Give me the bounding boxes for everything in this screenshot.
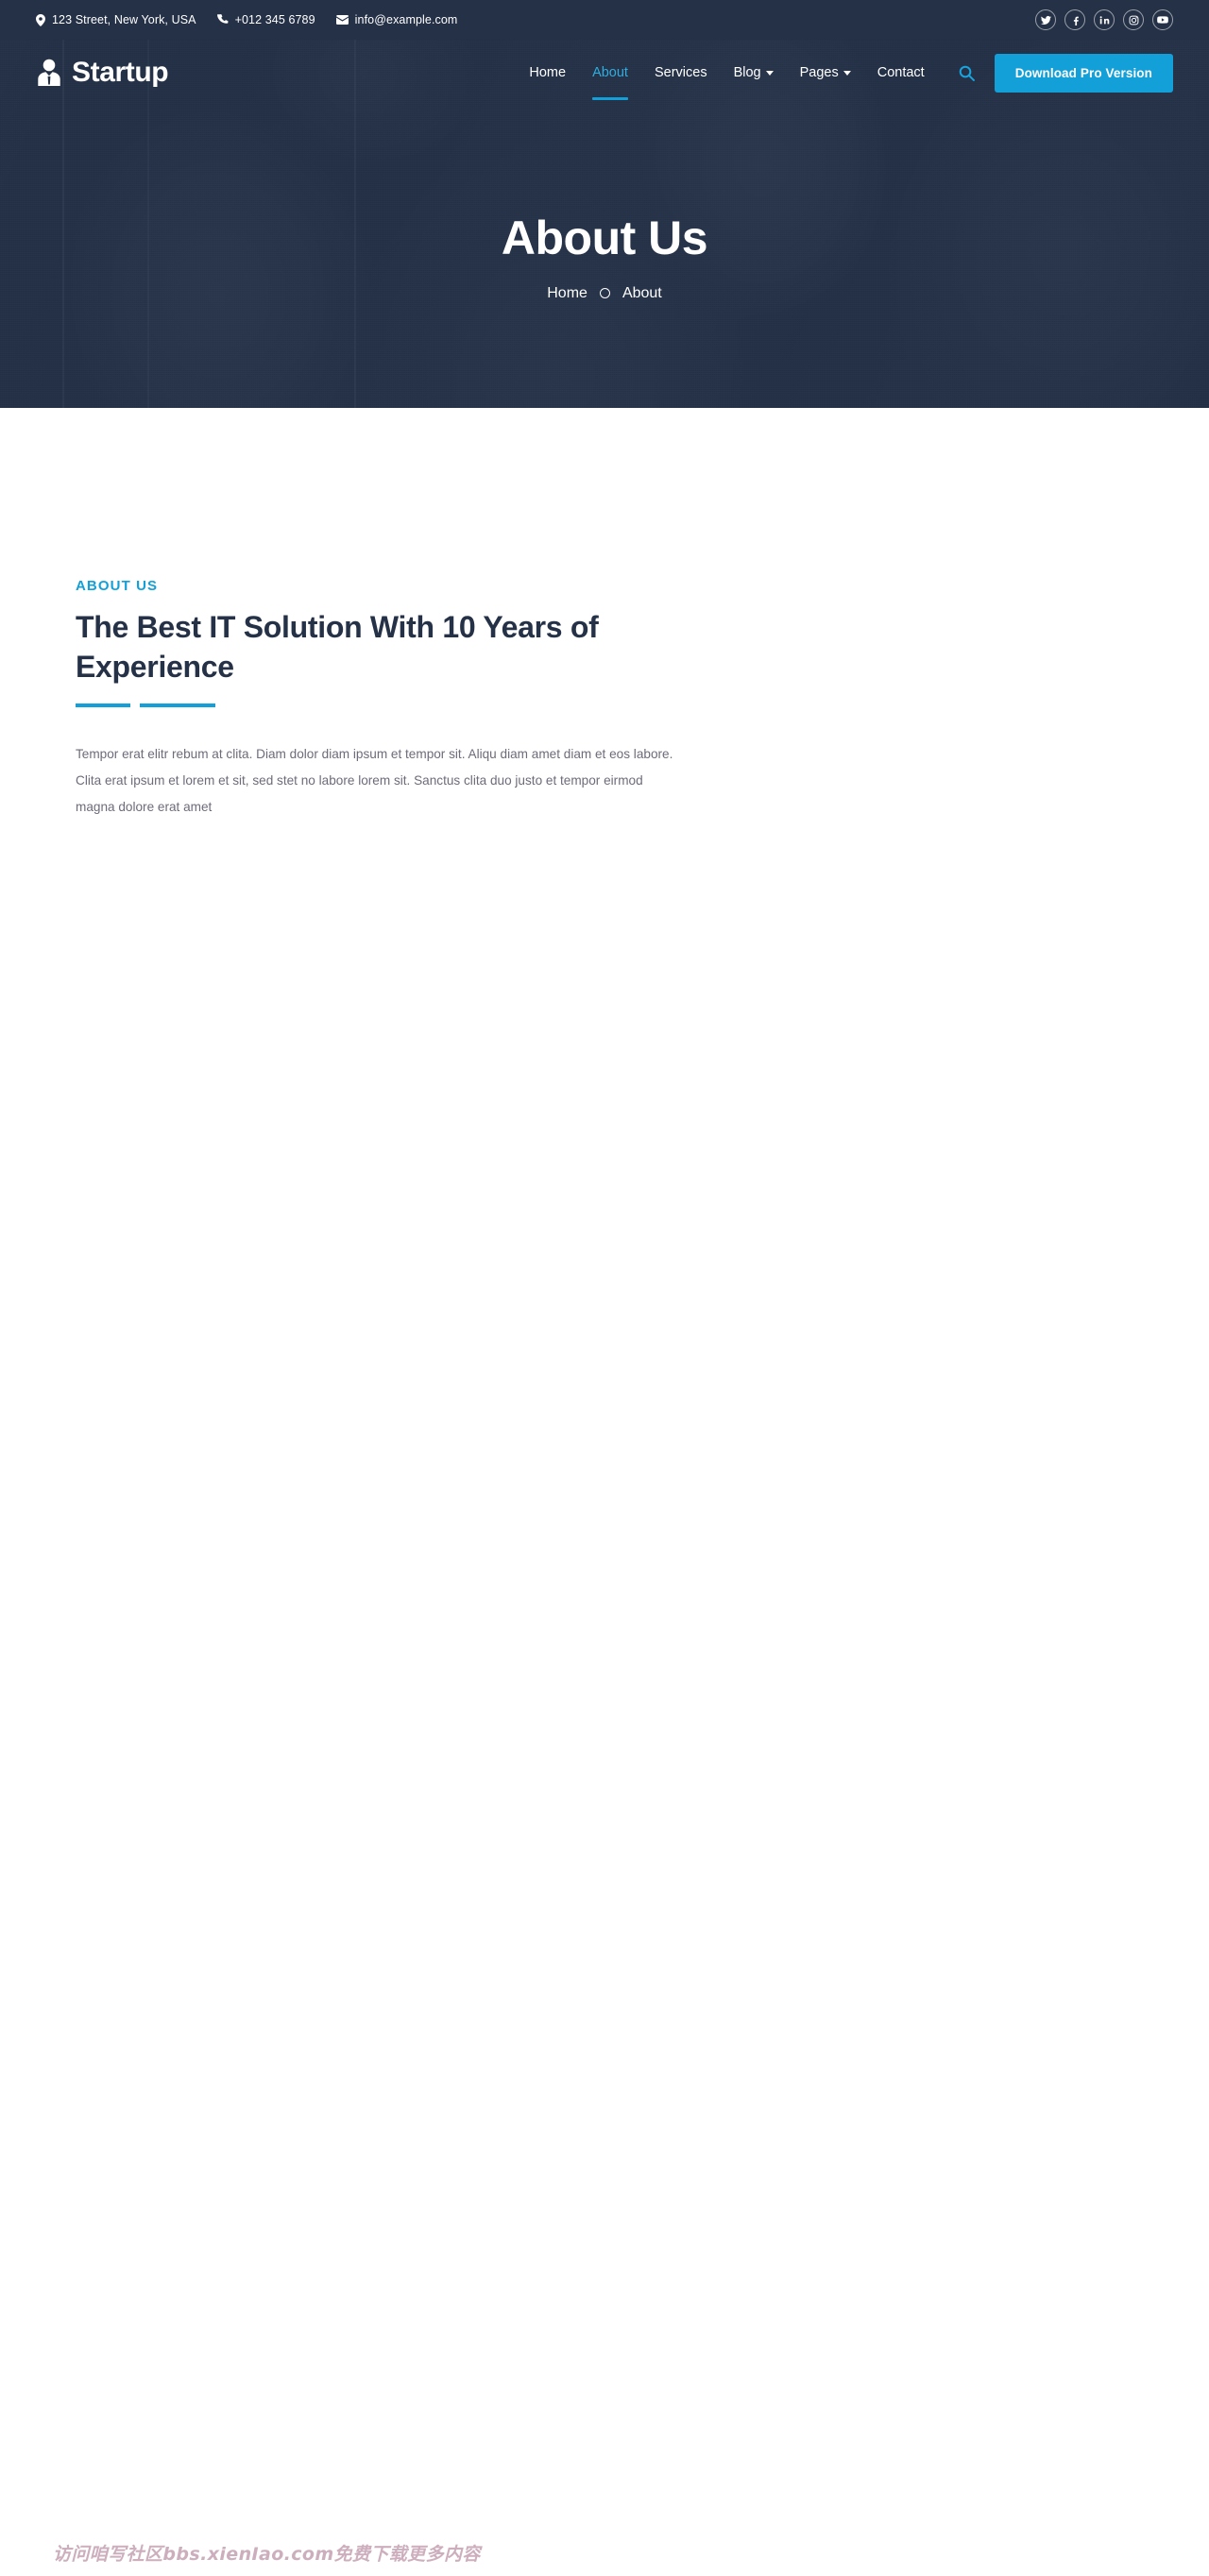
search-button[interactable] bbox=[953, 59, 981, 87]
twitter-icon bbox=[1040, 15, 1051, 25]
topbar-contact-group: 123 Street, New York, USA +012 345 6789 … bbox=[0, 13, 457, 26]
topbar-phone: +012 345 6789 bbox=[216, 13, 315, 26]
breadcrumb-current: About bbox=[622, 284, 662, 301]
topbar-email-text: info@example.com bbox=[354, 13, 458, 26]
section-body-text: Tempor erat elitr rebum at clita. Diam d… bbox=[76, 747, 673, 815]
topbar-email: info@example.com bbox=[335, 13, 458, 26]
section-heading: The Best IT Solution With 10 Years of Ex… bbox=[76, 610, 599, 685]
heading-underline-group bbox=[76, 703, 1133, 708]
topbar-address-text: 123 Street, New York, USA bbox=[52, 13, 196, 26]
nav-label-contact: Contact bbox=[877, 65, 925, 80]
page-title: About Us bbox=[501, 211, 708, 264]
main-navigation: Home About Services Blog Pages Contact bbox=[516, 41, 937, 105]
topbar-address: 123 Street, New York, USA bbox=[36, 13, 196, 26]
navbar: Startup Home About Services Blog Pages C… bbox=[0, 40, 1209, 106]
nav-label-blog: Blog bbox=[733, 65, 761, 80]
brand-logo[interactable]: Startup bbox=[0, 57, 169, 88]
underline-bar-short bbox=[76, 703, 130, 708]
watermark-text: 访问咱写社区bbs.xienIao.com免费下载更多内容 bbox=[53, 2544, 481, 2565]
nav-item-services[interactable]: Services bbox=[641, 41, 721, 105]
nav-label-about: About bbox=[592, 65, 628, 80]
instagram-icon bbox=[1129, 15, 1139, 25]
social-link-facebook[interactable] bbox=[1064, 9, 1085, 30]
nav-item-pages[interactable]: Pages bbox=[787, 41, 864, 105]
nav-label-pages: Pages bbox=[799, 65, 839, 80]
about-container: ABOUT US The Best IT Solution With 10 Ye… bbox=[57, 578, 1152, 821]
social-link-twitter[interactable] bbox=[1035, 9, 1056, 30]
circle-icon bbox=[599, 288, 610, 298]
nav-item-contact[interactable]: Contact bbox=[864, 41, 938, 105]
about-section: ABOUT US The Best IT Solution With 10 Ye… bbox=[0, 408, 1209, 822]
navbar-actions: Download Pro Version bbox=[953, 53, 1209, 93]
breadcrumb-home[interactable]: Home bbox=[547, 285, 587, 302]
map-marker-icon bbox=[36, 13, 45, 26]
linkedin-icon bbox=[1099, 15, 1110, 25]
facebook-icon bbox=[1070, 15, 1081, 25]
nav-item-about[interactable]: About bbox=[579, 41, 641, 105]
topbar-social-group bbox=[1035, 9, 1209, 30]
brand-name: Startup bbox=[72, 57, 169, 88]
nav-label-services: Services bbox=[654, 65, 707, 80]
download-pro-version-button[interactable]: Download Pro Version bbox=[994, 53, 1173, 93]
topbar: 123 Street, New York, USA +012 345 6789 … bbox=[0, 0, 1209, 40]
user-tie-icon bbox=[36, 59, 62, 87]
envelope-icon bbox=[335, 15, 349, 25]
nav-label-home: Home bbox=[529, 65, 567, 80]
chevron-down-icon bbox=[843, 70, 851, 76]
search-icon bbox=[959, 65, 976, 81]
social-link-youtube[interactable] bbox=[1152, 9, 1173, 30]
chevron-down-icon bbox=[765, 70, 774, 76]
nav-item-home[interactable]: Home bbox=[516, 41, 579, 105]
breadcrumb: Home About bbox=[547, 285, 662, 302]
section-eyebrow: ABOUT US bbox=[76, 578, 159, 594]
underline-bar-long bbox=[140, 703, 215, 708]
phone-icon bbox=[216, 14, 229, 25]
nav-item-blog[interactable]: Blog bbox=[721, 41, 787, 105]
topbar-phone-text: +012 345 6789 bbox=[234, 13, 315, 26]
social-link-instagram[interactable] bbox=[1123, 9, 1144, 30]
youtube-icon bbox=[1157, 14, 1168, 25]
hero-content: About Us Home About bbox=[0, 106, 1209, 408]
social-link-linkedin[interactable] bbox=[1094, 9, 1115, 30]
